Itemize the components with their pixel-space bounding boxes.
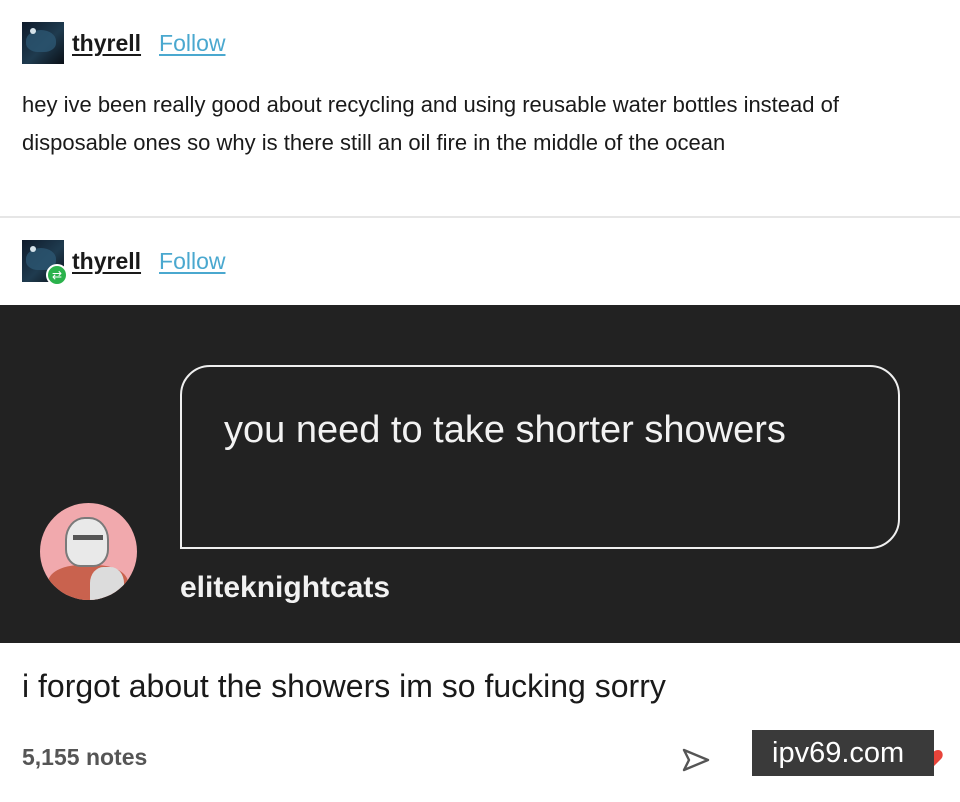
post-header: thyrell Follow <box>22 22 226 64</box>
avatar-armor <box>90 567 124 600</box>
user-avatar[interactable] <box>22 22 64 64</box>
reblog-icon: ⇄ <box>46 264 68 286</box>
username-link[interactable]: thyrell <box>72 30 141 57</box>
notes-count[interactable]: 5,155 notes <box>22 744 147 771</box>
ask-panel: you need to take shorter showers elitekn… <box>0 305 960 643</box>
share-icon[interactable] <box>680 744 712 776</box>
avatar-highlight <box>30 28 36 34</box>
reblog-header: ⇄ thyrell Follow <box>22 240 226 286</box>
follow-button[interactable]: Follow <box>159 30 225 57</box>
avatar-highlight <box>30 246 36 252</box>
asker-avatar[interactable] <box>40 503 137 600</box>
asker-username[interactable]: eliteknightcats <box>180 571 390 605</box>
ask-question: you need to take shorter showers <box>224 409 786 451</box>
post-body: hey ive been really good about recycling… <box>22 92 839 155</box>
post-divider <box>0 216 960 218</box>
ask-bubble: you need to take shorter showers <box>180 365 900 549</box>
watermark: ipv69.com <box>752 730 934 776</box>
reblogger-username-link[interactable]: thyrell <box>72 248 141 275</box>
avatar-visor <box>73 535 103 540</box>
answer-text: i forgot about the showers im so fucking… <box>22 668 666 704</box>
reblog-follow-button[interactable]: Follow <box>159 248 225 275</box>
reblogger-avatar[interactable]: ⇄ <box>22 240 68 286</box>
avatar-helmet <box>65 517 109 567</box>
